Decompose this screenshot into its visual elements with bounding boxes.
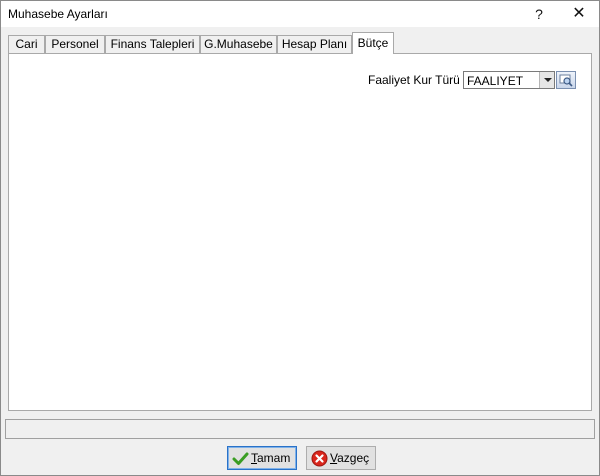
ok-button-label: Tamam (251, 451, 291, 465)
cancel-button-label: Vazgeç (330, 451, 370, 465)
settings-dialog: Muhasebe Ayarları ? ✕ Cari Personel Fina… (0, 0, 600, 476)
lookup-button[interactable] (556, 71, 576, 89)
tab-finans-talepleri[interactable]: Finans Talepleri (105, 35, 200, 53)
select-value: FAALIYET (467, 74, 524, 88)
chevron-down-icon[interactable] (539, 72, 554, 88)
tab-butce[interactable]: Bütçe (352, 32, 394, 54)
ok-button[interactable]: Tamam (227, 446, 297, 470)
faaliyet-kur-turu-label: Faaliyet Kur Türü (368, 73, 460, 87)
tab-personel[interactable]: Personel (45, 35, 105, 53)
tab-panel-butce: Faaliyet Kur Türü FAALIYET (8, 53, 592, 411)
tab-g-muhasebe[interactable]: G.Muhasebe (200, 35, 277, 53)
check-icon (232, 452, 249, 465)
tab-hesap-plani[interactable]: Hesap Planı (277, 35, 352, 53)
cancel-button[interactable]: Vazgeç (306, 446, 376, 470)
close-button[interactable]: ✕ (559, 1, 599, 27)
help-button[interactable]: ? (519, 1, 559, 27)
tab-cari[interactable]: Cari (8, 35, 45, 53)
status-bar (5, 419, 595, 439)
cancel-x-icon (311, 450, 328, 467)
title-bar[interactable]: Muhasebe Ayarları ? ✕ (1, 1, 599, 27)
magnifier-icon (559, 74, 573, 87)
window-title: Muhasebe Ayarları (8, 7, 108, 21)
faaliyet-kur-turu-select[interactable]: FAALIYET (463, 71, 555, 89)
